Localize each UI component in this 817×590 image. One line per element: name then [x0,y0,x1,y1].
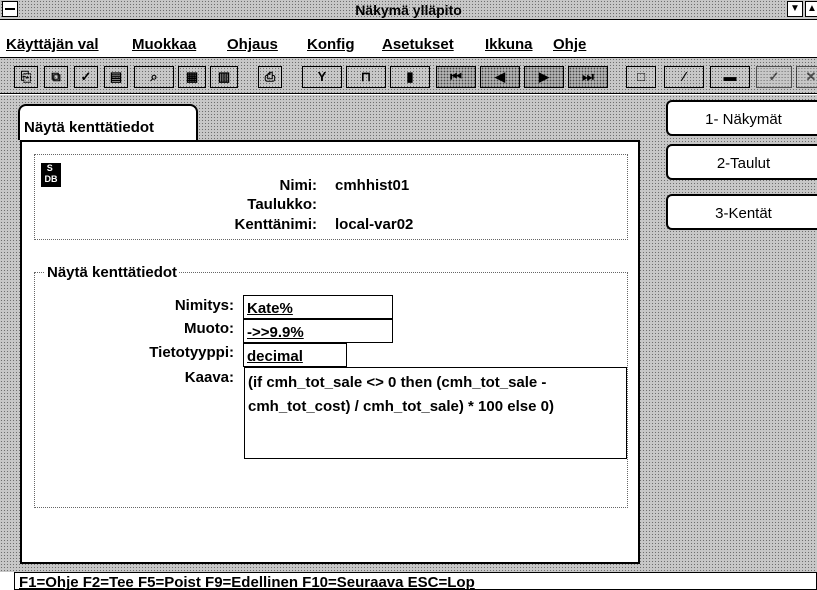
table-button[interactable]: ▥ [210,66,238,88]
field-details-panel: S DB Nimi: cmhhist01 Taulukko: Kenttänim… [20,140,640,564]
nimi-label: Nimi: [279,177,318,194]
new-record-button[interactable]: □ [626,66,656,88]
next-record-button[interactable]: ▶ [524,66,564,88]
tietotyyppi-label: Tietotyyppi: [149,344,234,361]
menu-muokkaa[interactable]: Muokkaa [132,36,196,53]
grid-button[interactable]: ▦ [178,66,206,88]
kaava-textarea[interactable]: (if cmh_tot_sale <> 0 then (cmh_tot_sale… [244,367,627,459]
kenttanimi-value: local-var02 [335,216,414,233]
filter-button[interactable]: Y [302,66,342,88]
sort-icon: ⊓ [360,69,372,84]
nimitys-field[interactable]: Kate% [243,295,393,319]
menu-ohjaus[interactable]: Ohjaus [227,36,278,53]
nimi-value: cmhhist01 [335,177,410,194]
tab-label: Näytä kenttätiedot [24,119,155,136]
delete-record-button[interactable]: ▬ [710,66,750,88]
edit-doc-button[interactable]: ▤ [104,66,128,88]
first-record-button[interactable]: ⏮ [436,66,476,88]
edit-record-button[interactable]: ∕ [664,66,704,88]
search-button[interactable]: ⌕ [134,66,174,88]
muoto-label: Muoto: [184,320,234,337]
kenttanimi-label: Kenttänimi: [234,216,318,233]
muoto-field[interactable]: ->>9.9% [243,319,393,343]
menu-ikkuna[interactable]: Ikkuna [485,36,533,53]
cancel-button[interactable]: ✕ [796,66,817,88]
cancel-icon: ✕ [805,69,817,84]
print-button[interactable]: ⎙ [258,66,282,88]
menu-kayttajan-val[interactable]: Käyttäjän val [6,36,99,53]
first-record-icon: ⏮ [450,69,462,84]
last-record-button[interactable]: ⏭ [568,66,608,88]
search-icon: ⌕ [150,69,158,84]
field-info-box: S DB Nimi: cmhhist01 Taulukko: Kenttänim… [34,154,628,240]
columns-icon: ▮ [406,69,414,84]
nav-taulut-button[interactable]: 2-Taulut [666,144,817,180]
grid-icon: ▦ [185,69,199,84]
nav-kentat-button[interactable]: 3-Kentät [666,194,817,230]
nimitys-value: Kate% [247,300,293,317]
copy-icon: ⎘ [20,69,32,84]
nimitys-label: Nimitys: [174,297,234,314]
field-details-group: Näytä kenttätiedot Nimitys: Kate% Muoto:… [34,264,628,508]
next-record-icon: ▶ [539,69,549,84]
title-bar: Näkymä ylläpito ▼ ▲ [0,0,817,20]
tab-nayta-kenttatiedot[interactable]: Näytä kenttätiedot [18,104,198,140]
toolbar: ⎘ ⧉ ✓ ▤ ⌕ ▦ ▥ ⎙ Y ⊓ ▮ ⏮ ◀ ▶ ⏭ □ ∕ ▬ ✓ ✕ [0,58,817,94]
nav-taulut-label: 2-Taulut [716,155,771,172]
nav-kentat-label: 3-Kentät [715,205,772,222]
status-text: F1=Ohje F2=Tee F5=Poist F9=Edellinen F10… [19,574,475,590]
tietotyyppi-value: decimal [247,348,303,365]
check-doc-icon: ✓ [80,69,92,84]
muoto-value: ->>9.9% [247,324,304,341]
delete-record-icon: ▬ [723,69,737,84]
menu-bar: Käyttäjän val Muokkaa Ohjaus Konfig Aset… [0,20,817,58]
nav-nakymat-label: 1- Näkymät [705,111,782,128]
nav-nakymat-button[interactable]: 1- Näkymät [666,100,817,136]
print-icon: ⎙ [264,69,276,84]
sort-button[interactable]: ⊓ [346,66,386,88]
menu-ohje[interactable]: Ohje [553,36,586,53]
tietotyyppi-field[interactable]: decimal [243,343,347,367]
paste-icon: ⧉ [51,69,61,84]
group-title: Näytä kenttätiedot [45,264,180,281]
kaava-label: Kaava: [184,369,234,386]
paste-button[interactable]: ⧉ [44,66,68,88]
table-icon: ▥ [217,69,231,84]
edit-doc-icon: ▤ [109,69,123,84]
menu-asetukset[interactable]: Asetukset [382,36,454,53]
menu-konfig[interactable]: Konfig [307,36,354,53]
new-record-icon: □ [637,69,645,84]
last-record-icon: ⏭ [582,69,594,84]
check-doc-button[interactable]: ✓ [74,66,98,88]
minimize-button[interactable]: ▼ [787,1,803,17]
database-icon: S DB [41,163,61,187]
accept-button[interactable]: ✓ [756,66,792,88]
accept-icon: ✓ [768,69,780,84]
edit-record-icon: ∕ [682,69,686,84]
filter-icon: Y [317,69,327,84]
maximize-button[interactable]: ▲ [805,1,817,17]
columns-button[interactable]: ▮ [390,66,430,88]
status-bar: F1=Ohje F2=Tee F5=Poist F9=Edellinen F10… [14,572,817,590]
prev-record-icon: ◀ [495,69,505,84]
window-title: Näkymä ylläpito [355,2,462,18]
prev-record-button[interactable]: ◀ [480,66,520,88]
taulukko-label: Taulukko: [247,196,317,213]
copy-button[interactable]: ⎘ [14,66,38,88]
